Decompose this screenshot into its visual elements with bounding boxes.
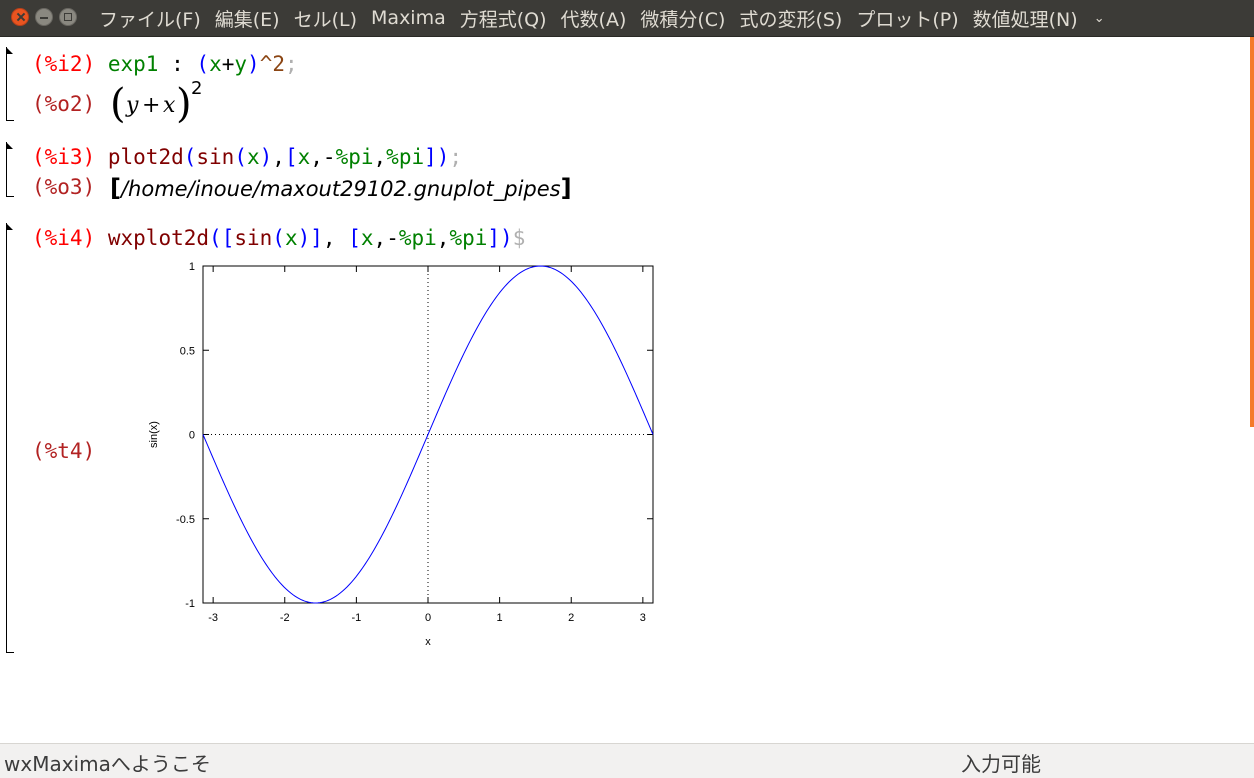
- output-path-o3: [/home/inoue/maxout29102.gnuplot_pipes]: [110, 174, 572, 202]
- x-tick-label: 2: [568, 612, 574, 624]
- menu-plot[interactable]: プロット(P): [856, 5, 958, 32]
- cell-triangle-icon: [7, 48, 13, 54]
- menu-cell[interactable]: セル(L): [294, 5, 357, 32]
- input-line-i4[interactable]: (%i4) wxplot2d([sin(x)], [x,-%pi,%pi])$: [32, 226, 525, 250]
- worksheet[interactable]: (%i2) exp1 : (x+y)^2; (%o2) ( y + x ) 2 …: [0, 37, 1248, 743]
- menu-simplify[interactable]: 式の変形(S): [739, 5, 842, 32]
- minimize-window-button[interactable]: [35, 8, 53, 26]
- sin-plot[interactable]: 1 0.5 0 -0.5 -1 -3 -2 -1 0 1 2 3 x sin(x): [140, 252, 670, 652]
- input-label: (%i4): [32, 226, 96, 250]
- menu-edit[interactable]: 編集(E): [215, 5, 280, 32]
- input-label: (%i3): [32, 145, 96, 169]
- x-tick-label: 0: [425, 612, 431, 624]
- exponent: 2: [191, 78, 203, 99]
- status-state: 入力可能: [961, 752, 1041, 776]
- y-tick-label: -1: [185, 598, 195, 610]
- x-tick-label: -2: [280, 612, 290, 624]
- output-math-o2: ( y + x ) 2: [110, 78, 203, 127]
- x-tick-label: -3: [208, 612, 218, 624]
- menu-calculus[interactable]: 微積分(C): [640, 5, 725, 32]
- output-label-o3: (%o3): [32, 175, 96, 199]
- series-line-sin: [202, 265, 654, 604]
- close-window-button[interactable]: [11, 8, 29, 26]
- cell-bracket-1[interactable]: [6, 47, 14, 121]
- menu-algebra[interactable]: 代数(A): [561, 5, 627, 32]
- menu-file[interactable]: ファイル(F): [99, 5, 201, 32]
- x-tick-label: -1: [351, 612, 361, 624]
- menu-maxima[interactable]: Maxima: [371, 7, 446, 29]
- status-bar: wxMaximaへようこそ 入力可能: [0, 743, 1254, 778]
- output-label-t4: (%t4): [32, 439, 96, 463]
- y-tick-label: -0.5: [176, 514, 195, 526]
- menu-items: ファイル(F) 編集(E) セル(L) Maxima 方程式(Q) 代数(A) …: [99, 0, 1105, 36]
- input-line-i3[interactable]: (%i3) plot2d(sin(x),[x,-%pi,%pi]);: [32, 145, 462, 169]
- menu-equations[interactable]: 方程式(Q): [460, 5, 547, 32]
- output-label-o2: (%o2): [32, 92, 96, 116]
- chevron-down-icon[interactable]: ⌄: [1094, 11, 1105, 26]
- y-tick-label: 1: [189, 261, 195, 273]
- status-message: wxMaximaへようこそ: [4, 752, 211, 776]
- maximize-window-button[interactable]: [59, 8, 77, 26]
- cell-bracket-3[interactable]: [6, 223, 14, 653]
- menu-bar: ファイル(F) 編集(E) セル(L) Maxima 方程式(Q) 代数(A) …: [0, 0, 1254, 37]
- y-tick-label: 0: [189, 430, 195, 442]
- y-axis-label: sin(x): [148, 421, 160, 448]
- input-line-i2[interactable]: (%i2) exp1 : (x+y)^2;: [32, 52, 298, 76]
- cell-bracket-2[interactable]: [6, 142, 14, 197]
- scroll-position-marker[interactable]: [1250, 37, 1254, 427]
- cell-triangle-icon: [7, 224, 13, 230]
- x-axis-label: x: [425, 636, 431, 648]
- menu-numeric[interactable]: 数値処理(N): [973, 5, 1078, 32]
- input-label: (%i2): [32, 52, 96, 76]
- y-tick-label: 0.5: [180, 345, 195, 357]
- cell-triangle-icon: [7, 143, 13, 149]
- x-tick-label: 3: [640, 612, 646, 624]
- x-tick-label: 1: [497, 612, 503, 624]
